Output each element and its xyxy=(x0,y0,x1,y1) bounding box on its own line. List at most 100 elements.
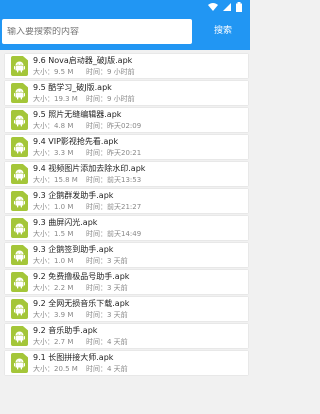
file-size: 2.2 M xyxy=(54,284,74,292)
android-file-icon xyxy=(11,272,28,292)
file-meta: 大小：9.5 M 时间：9 小时前 xyxy=(33,67,135,77)
android-file-icon xyxy=(11,83,28,103)
file-list-item[interactable]: 9.3 企鹅群发助手.apk 大小：1.0 M 时间：前天21:27 xyxy=(5,189,248,213)
size-label: 大小： xyxy=(33,68,54,76)
file-size: 9.5 M xyxy=(54,68,74,76)
file-list: 9.6 Nova启动器_破J版.apk 大小：9.5 M 时间：9 小时前 9.… xyxy=(5,54,248,375)
status-icons xyxy=(208,1,242,13)
file-list-item[interactable]: 9.5 酷学习_破J版.apk 大小：19.3 M 时间：9 小时前 xyxy=(5,81,248,105)
file-size: 1.5 M xyxy=(54,230,74,238)
file-list-item[interactable]: 9.5 照片无缝编辑器.apk 大小：4.8 M 时间：昨天02:09 xyxy=(5,108,248,132)
file-list-item[interactable]: 9.4 VIP影视抢先看.apk 大小：3.3 M 时间：昨天20:21 xyxy=(5,135,248,159)
file-size: 19.3 M xyxy=(54,95,78,103)
android-file-icon xyxy=(11,164,28,184)
file-list-item[interactable]: 9.2 免费撸极品号助手.apk 大小：2.2 M 时间：3 天前 xyxy=(5,270,248,294)
file-name: 9.5 酷学习_破J版.apk xyxy=(33,83,112,92)
status-bar xyxy=(0,0,250,14)
signal-icon xyxy=(223,3,231,11)
size-label: 大小： xyxy=(33,338,54,346)
file-time: 3 天前 xyxy=(107,284,128,292)
android-file-icon xyxy=(11,218,28,238)
android-file-icon xyxy=(11,110,28,130)
android-file-icon xyxy=(11,299,28,319)
android-file-icon xyxy=(11,353,28,373)
file-name: 9.5 照片无缝编辑器.apk xyxy=(33,110,122,119)
file-meta: 大小：1.5 M 时间：前天14:49 xyxy=(33,229,141,239)
file-name: 9.1 长图拼接大师.apk xyxy=(33,353,114,362)
file-time: 前天21:27 xyxy=(107,203,142,211)
time-label: 时间： xyxy=(86,68,107,76)
file-name: 9.4 VIP影视抢先看.apk xyxy=(33,137,119,146)
file-time: 昨天02:09 xyxy=(107,122,142,130)
file-time: 前天14:49 xyxy=(107,230,142,238)
android-file-icon xyxy=(11,326,28,346)
time-label: 时间： xyxy=(86,284,107,292)
file-list-item[interactable]: 9.3 企鹅签到助手.apk 大小：1.0 M 时间：3 天前 xyxy=(5,243,248,267)
file-time: 9 小时前 xyxy=(107,68,135,76)
size-label: 大小： xyxy=(33,203,54,211)
time-label: 时间： xyxy=(86,95,107,103)
time-label: 时间： xyxy=(86,257,107,265)
file-name: 9.3 曲屏闪光.apk xyxy=(33,218,98,227)
time-label: 时间： xyxy=(86,311,107,319)
file-size: 2.7 M xyxy=(54,338,74,346)
file-time: 4 天前 xyxy=(107,338,128,346)
file-meta: 大小：20.5 M 时间：4 天前 xyxy=(33,364,128,374)
file-list-item[interactable]: 9.2 全网无损音乐下载.apk 大小：3.9 M 时间：3 天前 xyxy=(5,297,248,321)
file-list-item[interactable]: 9.3 曲屏闪光.apk 大小：1.5 M 时间：前天14:49 xyxy=(5,216,248,240)
file-list-item[interactable]: 9.2 音乐助手.apk 大小：2.7 M 时间：4 天前 xyxy=(5,324,248,348)
file-size: 15.8 M xyxy=(54,176,78,184)
file-name: 9.6 Nova启动器_破J版.apk xyxy=(33,56,133,65)
time-label: 时间： xyxy=(86,365,107,373)
file-meta: 大小：2.2 M 时间：3 天前 xyxy=(33,283,128,293)
file-meta: 大小：1.0 M 时间：3 天前 xyxy=(33,256,128,266)
file-meta: 大小：3.9 M 时间：3 天前 xyxy=(33,310,128,320)
file-name: 9.3 企鹅群发助手.apk xyxy=(33,191,114,200)
file-time: 3 天前 xyxy=(107,257,128,265)
time-label: 时间： xyxy=(86,176,107,184)
file-list-item[interactable]: 9.1 长图拼接大师.apk 大小：20.5 M 时间：4 天前 xyxy=(5,351,248,375)
file-meta: 大小：19.3 M 时间：9 小时前 xyxy=(33,94,135,104)
file-name: 9.2 免费撸极品号助手.apk xyxy=(33,272,130,281)
file-time: 昨天20:21 xyxy=(107,149,142,157)
android-file-icon xyxy=(11,137,28,157)
file-name: 9.2 全网无损音乐下载.apk xyxy=(33,299,130,308)
file-size: 4.8 M xyxy=(54,122,74,130)
search-button[interactable]: 搜索 xyxy=(200,20,246,42)
android-file-icon xyxy=(11,245,28,265)
android-file-icon xyxy=(11,56,28,76)
file-time: 前天13:53 xyxy=(107,176,142,184)
file-size: 3.9 M xyxy=(54,311,74,319)
file-size: 1.0 M xyxy=(54,257,74,265)
size-label: 大小： xyxy=(33,257,54,265)
time-label: 时间： xyxy=(86,122,107,130)
search-header: 搜索 xyxy=(0,14,250,50)
size-label: 大小： xyxy=(33,176,54,184)
size-label: 大小： xyxy=(33,284,54,292)
file-name: 9.2 音乐助手.apk xyxy=(33,326,98,335)
file-meta: 大小：4.8 M 时间：昨天02:09 xyxy=(33,121,141,131)
wifi-icon xyxy=(208,3,218,11)
size-label: 大小： xyxy=(33,311,54,319)
file-list-item[interactable]: 9.4 视频图片添加去除水印.apk 大小：15.8 M 时间：前天13:53 xyxy=(5,162,248,186)
search-input[interactable] xyxy=(7,26,187,37)
file-name: 9.4 视频图片添加去除水印.apk xyxy=(33,164,146,173)
search-box xyxy=(2,19,192,44)
file-time: 4 天前 xyxy=(107,365,128,373)
file-list-item[interactable]: 9.6 Nova启动器_破J版.apk 大小：9.5 M 时间：9 小时前 xyxy=(5,54,248,78)
file-name: 9.3 企鹅签到助手.apk xyxy=(33,245,114,254)
size-label: 大小： xyxy=(33,230,54,238)
file-size: 20.5 M xyxy=(54,365,78,373)
size-label: 大小： xyxy=(33,95,54,103)
time-label: 时间： xyxy=(86,230,107,238)
time-label: 时间： xyxy=(86,338,107,346)
file-time: 9 小时前 xyxy=(107,95,135,103)
file-size: 1.0 M xyxy=(54,203,74,211)
file-meta: 大小：15.8 M 时间：前天13:53 xyxy=(33,175,141,185)
file-meta: 大小：3.3 M 时间：昨天20:21 xyxy=(33,148,141,158)
size-label: 大小： xyxy=(33,149,54,157)
android-file-icon xyxy=(11,191,28,211)
file-size: 3.3 M xyxy=(54,149,74,157)
time-label: 时间： xyxy=(86,149,107,157)
time-label: 时间： xyxy=(86,203,107,211)
